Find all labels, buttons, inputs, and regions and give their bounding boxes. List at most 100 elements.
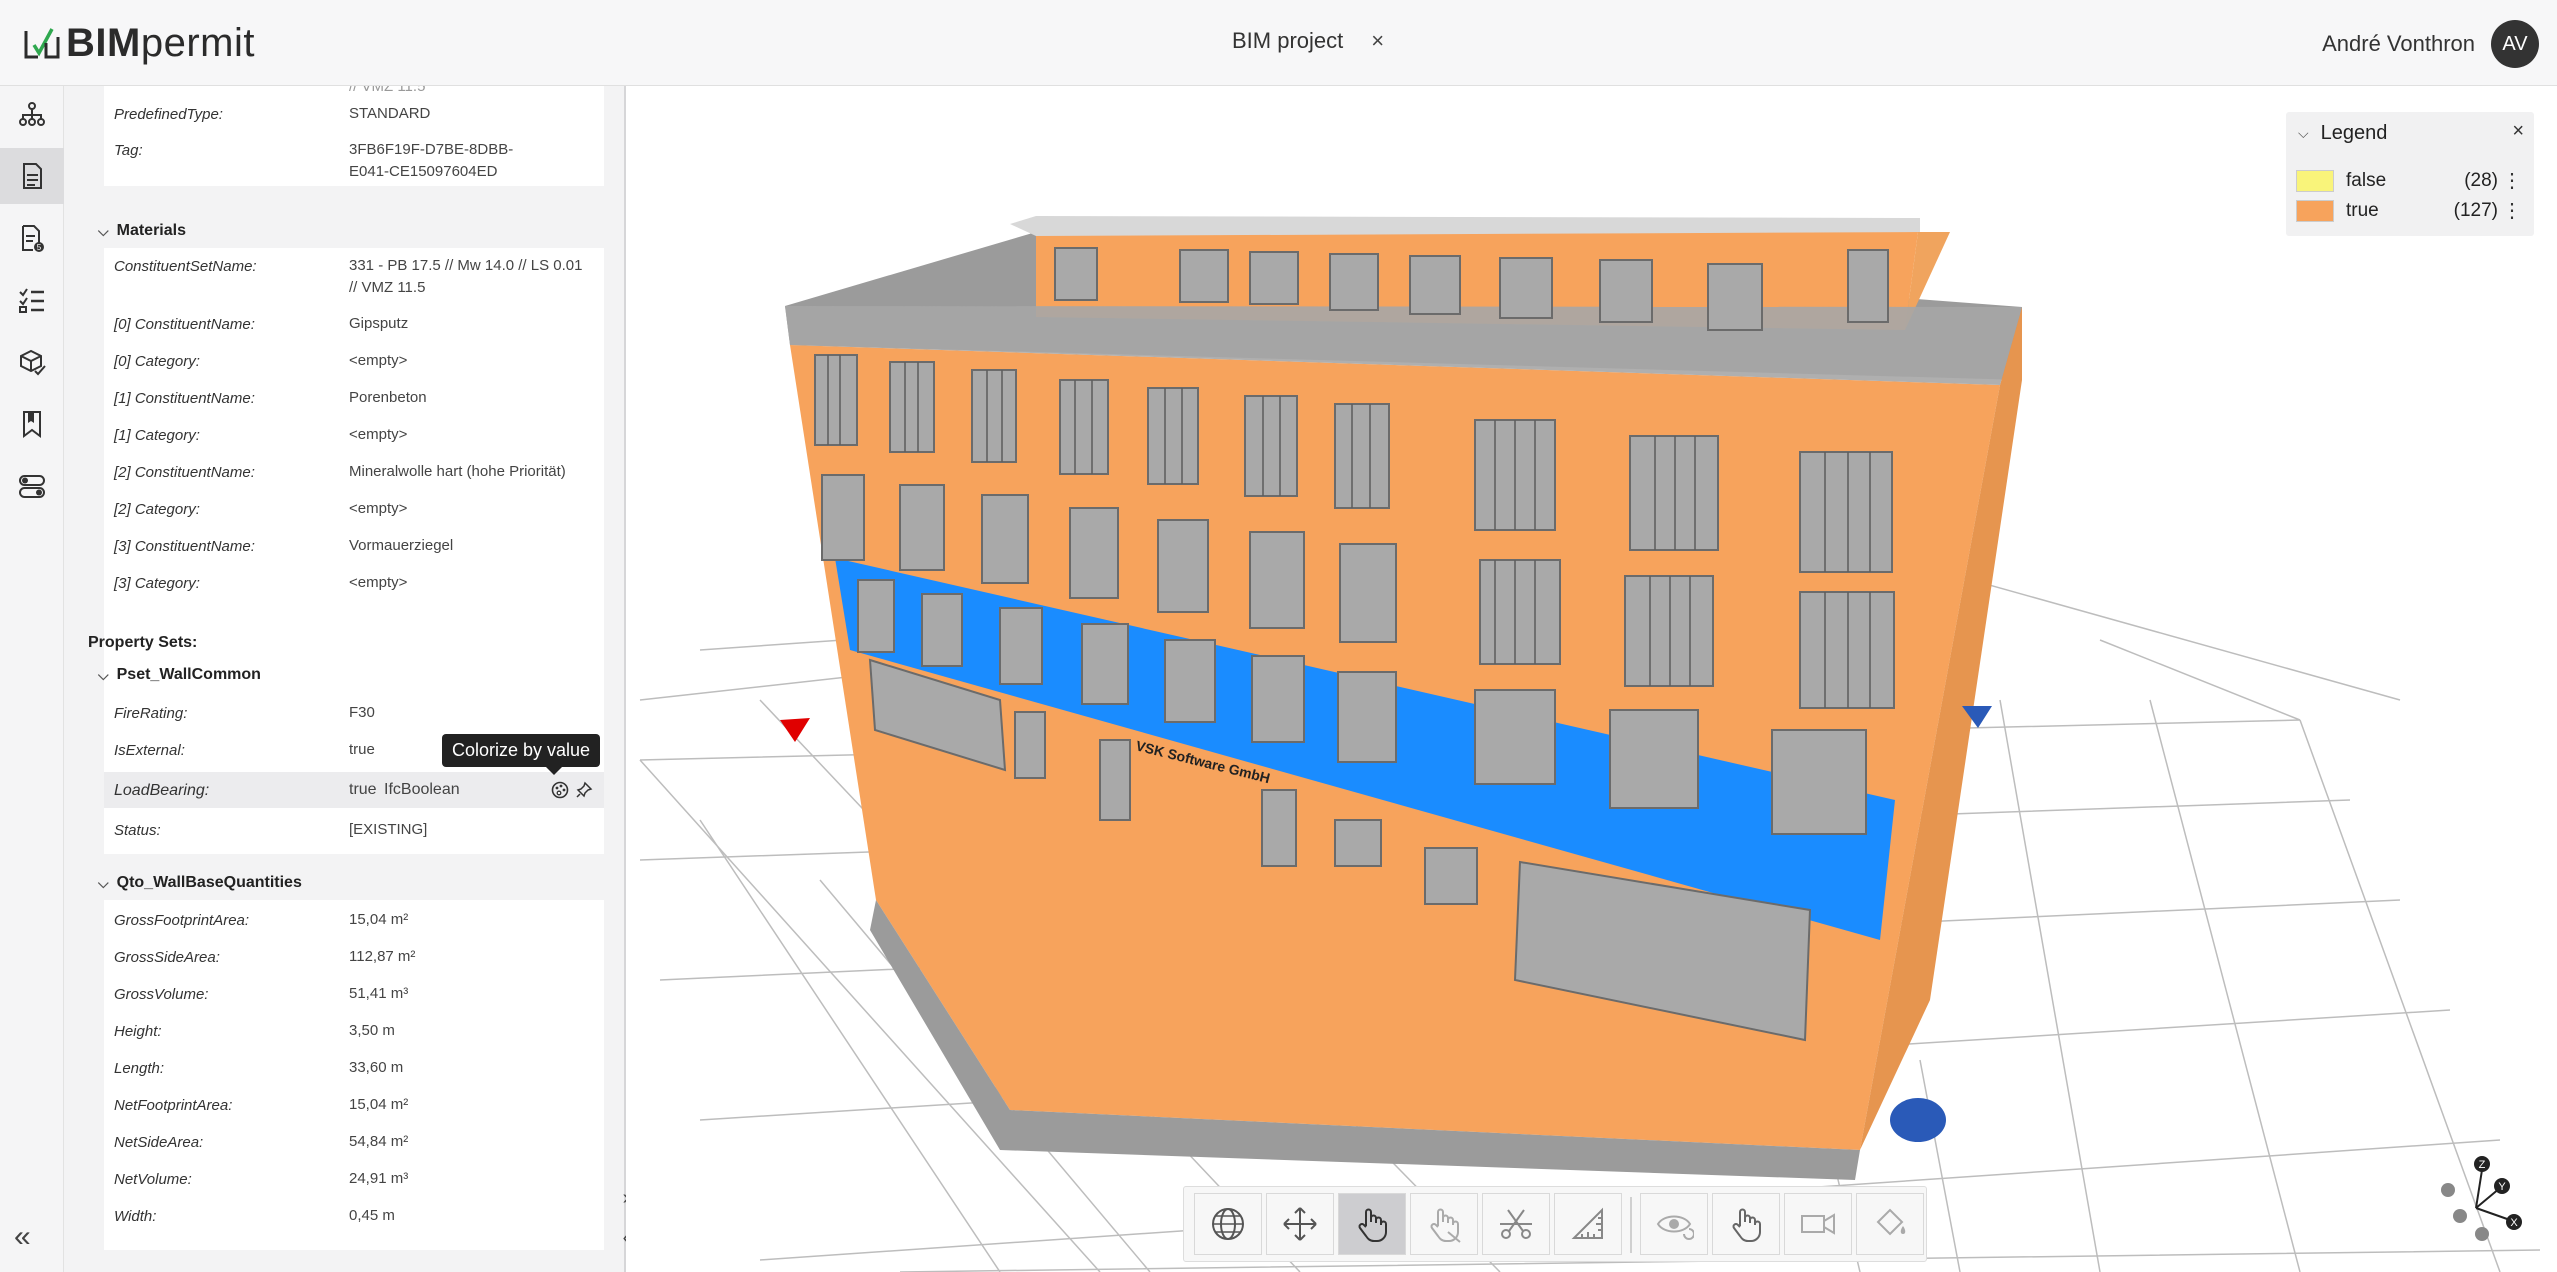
- prop-value: 331 - PB 17.5 // Mw 14.0 // LS 0.01 // V…: [349, 257, 583, 296]
- prop-key: [2] Category:: [114, 501, 200, 518]
- app-logo[interactable]: BIMpermit: [22, 20, 255, 66]
- section-title: Qto_WallBaseQuantities: [116, 874, 302, 891]
- colorize-palette-icon[interactable]: [550, 780, 570, 800]
- eye-refresh-icon[interactable]: [1640, 1193, 1708, 1255]
- legend-count: (127): [2453, 200, 2498, 221]
- prop-key: Tag:: [114, 142, 143, 159]
- avatar[interactable]: AV: [2491, 20, 2539, 68]
- model-check-icon[interactable]: [0, 334, 64, 390]
- app-header: BIMpermit BIM project × André Vonthron A…: [0, 0, 2557, 86]
- legend-label: true: [2346, 200, 2379, 221]
- more-vert-icon[interactable]: ⋮: [2502, 168, 2522, 193]
- logo-permit: permit: [140, 21, 255, 65]
- prop-value: 3,50 m: [349, 1022, 395, 1039]
- prop-key: PredefinedType:: [114, 106, 223, 123]
- prop-value: 24,91 m³: [349, 1170, 409, 1187]
- qto-box: GrossFootprintArea: 15,04 m² GrossSideAre…: [104, 900, 604, 1250]
- properties-icon[interactable]: [0, 148, 64, 204]
- prop-key: [1] Category:: [114, 427, 200, 444]
- logo-text: BIMpermit: [66, 23, 255, 63]
- building-scene[interactable]: VSK Software GmbH: [626, 86, 2557, 1272]
- axis-x-label: X: [2510, 1217, 2518, 1229]
- materials-box: ConstituentSetName: 331 - PB 17.5 // Mw …: [104, 248, 604, 694]
- hand-refresh-icon[interactable]: [1712, 1193, 1780, 1255]
- prop-value: 0,45 m: [349, 1207, 395, 1224]
- prop-key: Width:: [114, 1208, 157, 1225]
- section-cut-icon[interactable]: [1482, 1193, 1550, 1255]
- chevron-down-icon: ⌵: [98, 874, 109, 891]
- camera-marker-blue-large: [1890, 1098, 1946, 1142]
- axis-y-label: Y: [2498, 1181, 2506, 1193]
- toolbar-separator: [1630, 1197, 1632, 1253]
- camera-refresh-icon[interactable]: [1784, 1193, 1852, 1255]
- collapse-rail-icon[interactable]: «: [14, 1220, 31, 1254]
- legend-item-true[interactable]: true (127) ⋮: [2296, 198, 2526, 224]
- prop-value: 112,87 m²: [349, 948, 416, 965]
- legend-title: Legend: [2320, 122, 2388, 144]
- prop-key: Status:: [114, 822, 161, 839]
- user-name: André Vonthron: [2322, 31, 2475, 56]
- prop-value: <empty>: [349, 500, 408, 517]
- checklist-icon[interactable]: [0, 272, 64, 328]
- select-hand-icon[interactable]: [1338, 1193, 1406, 1255]
- move-icon[interactable]: [1266, 1193, 1334, 1255]
- prop-key: IsExternal:: [114, 742, 185, 759]
- prop-key: GrossFootprintArea:: [114, 912, 250, 929]
- prop-value: STANDARD: [349, 105, 431, 122]
- logo-bim: BIM: [66, 21, 141, 65]
- section-materials[interactable]: ⌵ Materials: [98, 222, 186, 240]
- model-tree-icon[interactable]: [0, 86, 64, 142]
- prop-value: true: [349, 781, 377, 798]
- section-pset-wallcommon[interactable]: ⌵ Pset_WallCommon: [98, 666, 261, 684]
- prop-value: Mineralwolle hart (hohe Priorität): [349, 463, 566, 480]
- legend-swatch: [2296, 170, 2334, 192]
- prop-row-loadbearing[interactable]: LoadBearing: true IfcBoolean: [104, 772, 604, 808]
- prop-value: 15,04 m²: [349, 911, 409, 928]
- prop-key: GrossVolume:: [114, 986, 209, 1003]
- properties-panel: // VMZ 11.5 PredefinedType: STANDARD Tag…: [64, 86, 624, 1272]
- pin-icon[interactable]: [574, 780, 594, 800]
- svg-text:5: 5: [37, 243, 42, 252]
- prop-key: Length:: [114, 1060, 165, 1077]
- tab-bim-project[interactable]: BIM project ×: [1232, 28, 1384, 54]
- logo-mark-icon: [24, 28, 60, 59]
- viewer-toolbar: [1183, 1186, 1927, 1262]
- prop-value: Vormauerziegel: [349, 537, 454, 554]
- prop-value: 33,60 m: [349, 1059, 404, 1076]
- props-general-box: // VMZ 11.5 PredefinedType: STANDARD Tag…: [104, 86, 604, 186]
- legend-header[interactable]: ⌵ Legend: [2298, 122, 2387, 145]
- pset-status-box: Status: [EXISTING]: [104, 808, 604, 854]
- section-title: Materials: [116, 222, 186, 239]
- globe-icon[interactable]: [1194, 1193, 1262, 1255]
- prop-key: GrossSideArea:: [114, 949, 220, 966]
- prop-value: <empty>: [349, 426, 408, 443]
- prop-value: <empty>: [349, 574, 408, 591]
- more-vert-icon[interactable]: ⋮: [2502, 198, 2522, 223]
- section-qto-wallbasequantities[interactable]: ⌵ Qto_WallBaseQuantities: [98, 874, 302, 892]
- hide-hand-icon[interactable]: [1410, 1193, 1478, 1255]
- prop-key: [0] ConstituentName:: [114, 316, 255, 333]
- prop-key: [0] Category:: [114, 353, 200, 370]
- prop-key: LoadBearing:: [114, 782, 210, 799]
- section-title: Pset_WallCommon: [116, 666, 261, 683]
- prop-value: true: [349, 741, 375, 758]
- prop-key: [2] ConstituentName:: [114, 464, 255, 481]
- paint-refresh-icon[interactable]: [1856, 1193, 1924, 1255]
- close-tab-icon[interactable]: ×: [1371, 28, 1384, 54]
- measure-icon[interactable]: [1554, 1193, 1622, 1255]
- settings-toggle-icon[interactable]: [0, 458, 64, 514]
- prop-value-cutoff: // VMZ 11.5: [349, 86, 426, 95]
- issues-icon[interactable]: 5: [0, 210, 64, 266]
- prop-key: Height:: [114, 1023, 162, 1040]
- bookmark-icon[interactable]: [0, 396, 64, 452]
- prop-value: 54,84 m²: [349, 1133, 409, 1150]
- colorize-tooltip: Colorize by value: [442, 734, 601, 775]
- prop-value: Porenbeton: [349, 389, 427, 406]
- 3d-viewer[interactable]: VSK Software GmbH: [626, 86, 2557, 1272]
- axis-gizmo[interactable]: Z Y X: [2430, 1150, 2530, 1260]
- property-sets-title: Property Sets:: [88, 634, 198, 651]
- user-menu[interactable]: André Vonthron AV: [2322, 20, 2539, 68]
- legend-swatch: [2296, 200, 2334, 222]
- close-icon[interactable]: ×: [2512, 120, 2524, 143]
- legend-item-false[interactable]: false (28) ⋮: [2296, 168, 2526, 194]
